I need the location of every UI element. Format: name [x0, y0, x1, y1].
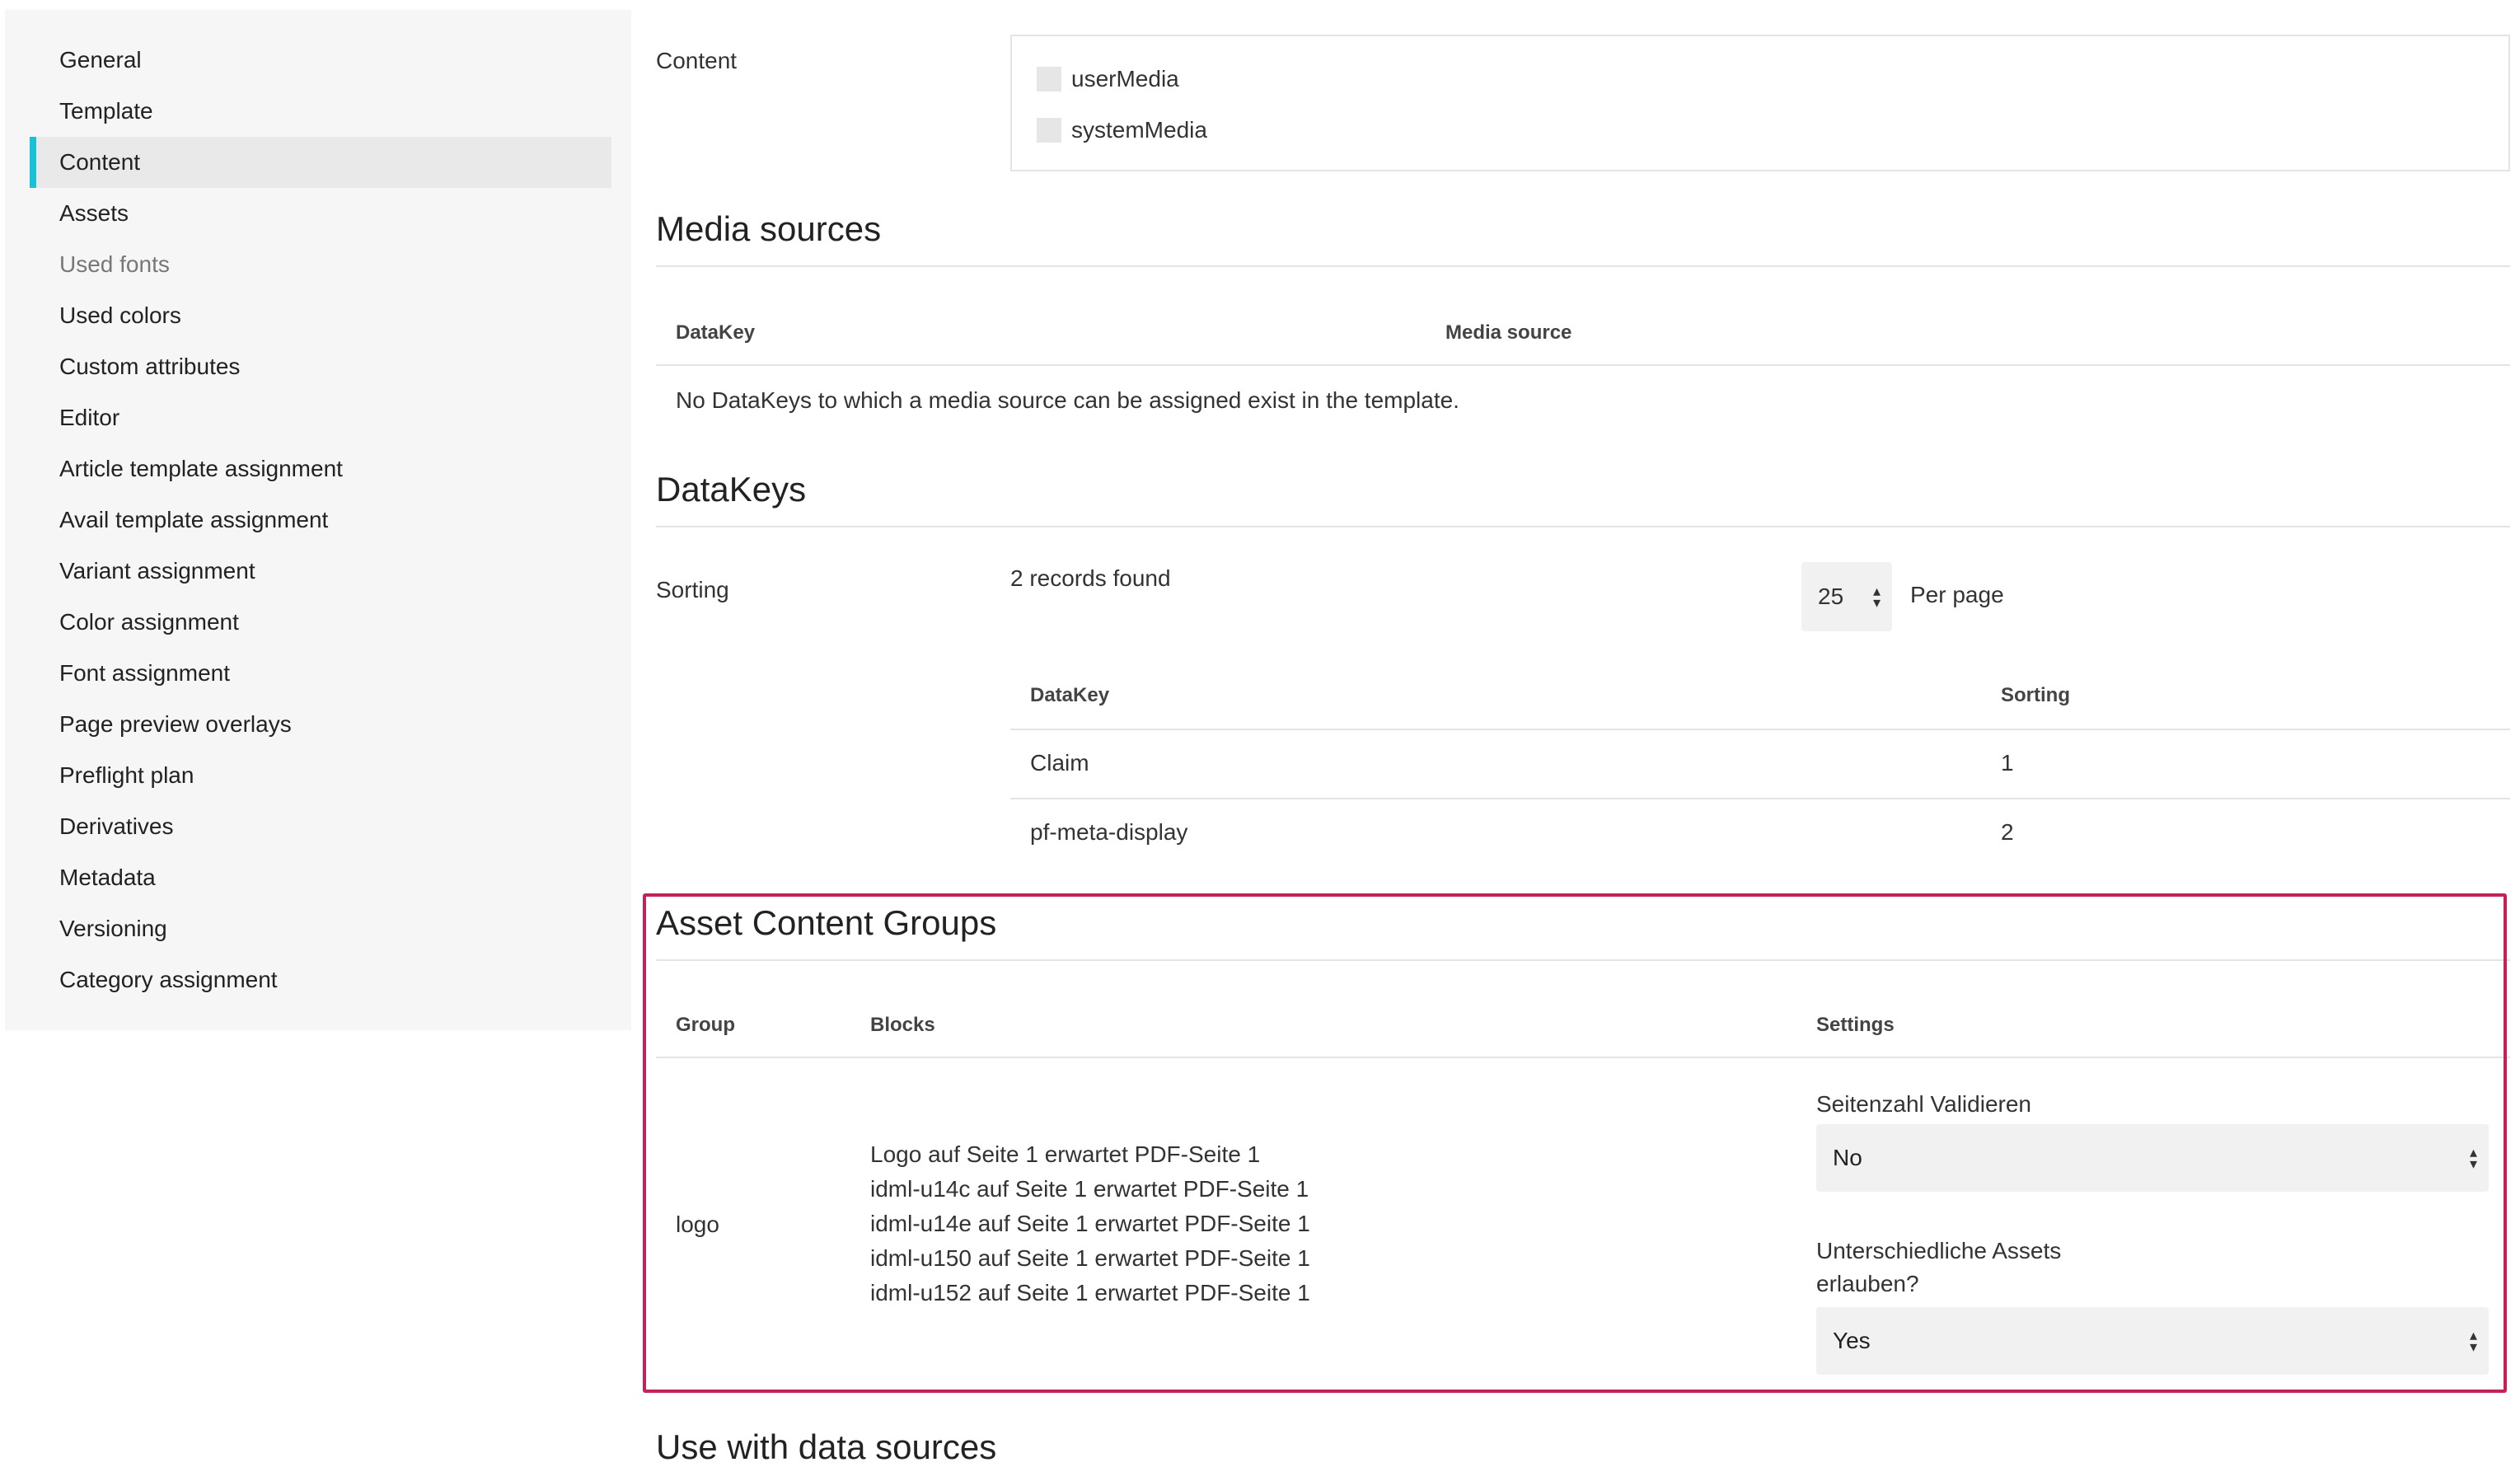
sidebar-item-label: Metadata — [59, 865, 156, 890]
column-header-sorting: Sorting — [2001, 684, 2070, 706]
sidebar-item-label: Avail template assignment — [59, 507, 329, 532]
content-option-label: systemMedia — [1071, 117, 1207, 143]
per-page-select[interactable]: 25 ▴ ▾ — [1801, 562, 1892, 631]
sidebar-item-label: Category assignment — [59, 967, 278, 992]
column-header-datakey: DataKey — [1030, 684, 1110, 706]
sidebar-item-article-template-assignment[interactable]: Article template assignment — [30, 443, 611, 494]
sidebar-item-color-assignment[interactable]: Color assignment — [30, 597, 611, 648]
sidebar-item-page-preview-overlays[interactable]: Page preview overlays — [30, 699, 611, 750]
sidebar-item-label: Used fonts — [59, 251, 170, 277]
sidebar-item-versioning[interactable]: Versioning — [30, 903, 611, 954]
sidebar-item-used-colors[interactable]: Used colors — [30, 290, 611, 341]
asset-content-groups-highlight — [643, 893, 2507, 1393]
sidebar-item-label: Derivatives — [59, 813, 174, 839]
sidebar-item-category-assignment[interactable]: Category assignment — [30, 954, 611, 1005]
sidebar-item-metadata[interactable]: Metadata — [30, 852, 611, 903]
sidebar-item-label: Article template assignment — [59, 456, 343, 481]
datakey-cell: pf-meta-display — [1030, 819, 1188, 845]
sorting-cell: 2 — [2001, 819, 2014, 845]
sidebar-item-label: Font assignment — [59, 660, 230, 686]
checkbox[interactable] — [1037, 67, 1061, 91]
sidebar-item-label: Used colors — [59, 302, 181, 328]
column-header-media-source: Media source — [1445, 321, 1572, 344]
sidebar-item-label: Variant assignment — [59, 558, 255, 584]
sidebar-item-template[interactable]: Template — [30, 86, 611, 137]
sidebar-item-general[interactable]: General — [30, 35, 611, 86]
sidebar-item-label: Preflight plan — [59, 762, 194, 788]
divider — [1010, 729, 2510, 730]
sidebar-item-label: Template — [59, 98, 153, 124]
use-with-data-sources-heading: Use with data sources — [656, 1427, 997, 1466]
content-checkbox-group: userMedia systemMedia — [1010, 35, 2510, 171]
content-option-systemmedia[interactable]: systemMedia — [1037, 117, 1207, 143]
sidebar-item-assets[interactable]: Assets — [30, 188, 611, 239]
sorting-cell: 1 — [2001, 750, 2014, 776]
datakey-cell: Claim — [1030, 750, 1089, 776]
sidebar-item-label: General — [59, 47, 142, 73]
sidebar-item-custom-attributes[interactable]: Custom attributes — [30, 341, 611, 392]
sidebar-item-content[interactable]: Content — [30, 137, 611, 188]
per-page-label: Per page — [1910, 582, 2004, 607]
content-option-label: userMedia — [1071, 66, 1179, 91]
sidebar-item-label: Custom attributes — [59, 354, 241, 379]
sidebar-item-label: Color assignment — [59, 609, 239, 635]
select-arrows-icon: ▴ ▾ — [1872, 583, 1881, 611]
sidebar-item-used-fonts[interactable]: Used fonts — [30, 239, 611, 290]
media-sources-heading: Media sources — [656, 209, 882, 248]
sidebar-item-label: Page preview overlays — [59, 711, 292, 737]
sidebar-item-editor[interactable]: Editor — [30, 392, 611, 443]
divider — [656, 526, 2510, 527]
sidebar-item-variant-assignment[interactable]: Variant assignment — [30, 546, 611, 597]
datakeys-heading: DataKeys — [656, 470, 807, 509]
sidebar-item-avail-template-assignment[interactable]: Avail template assignment — [30, 494, 611, 546]
divider — [656, 364, 2510, 366]
records-found-text: 2 records found — [1010, 565, 1171, 591]
sidebar-item-derivatives[interactable]: Derivatives — [30, 801, 611, 852]
sidebar-nav: General Template Content Assets Used fon… — [5, 10, 631, 1030]
sidebar-item-font-assignment[interactable]: Font assignment — [30, 648, 611, 699]
sorting-label: Sorting — [656, 577, 729, 602]
sidebar-item-label: Content — [59, 149, 141, 175]
sidebar-item-label: Editor — [59, 405, 120, 430]
media-sources-empty-text: No DataKeys to which a media source can … — [676, 387, 1459, 413]
checkbox[interactable] — [1037, 118, 1061, 143]
divider — [1010, 798, 2510, 799]
sidebar-item-label: Assets — [59, 200, 129, 226]
sidebar-item-label: Versioning — [59, 916, 167, 941]
divider — [656, 265, 2510, 267]
content-option-usermedia[interactable]: userMedia — [1037, 66, 1179, 92]
per-page-value: 25 — [1818, 584, 1844, 609]
column-header-datakey: DataKey — [676, 321, 756, 344]
content-label: Content — [656, 48, 738, 73]
sidebar-item-preflight-plan[interactable]: Preflight plan — [30, 750, 611, 801]
